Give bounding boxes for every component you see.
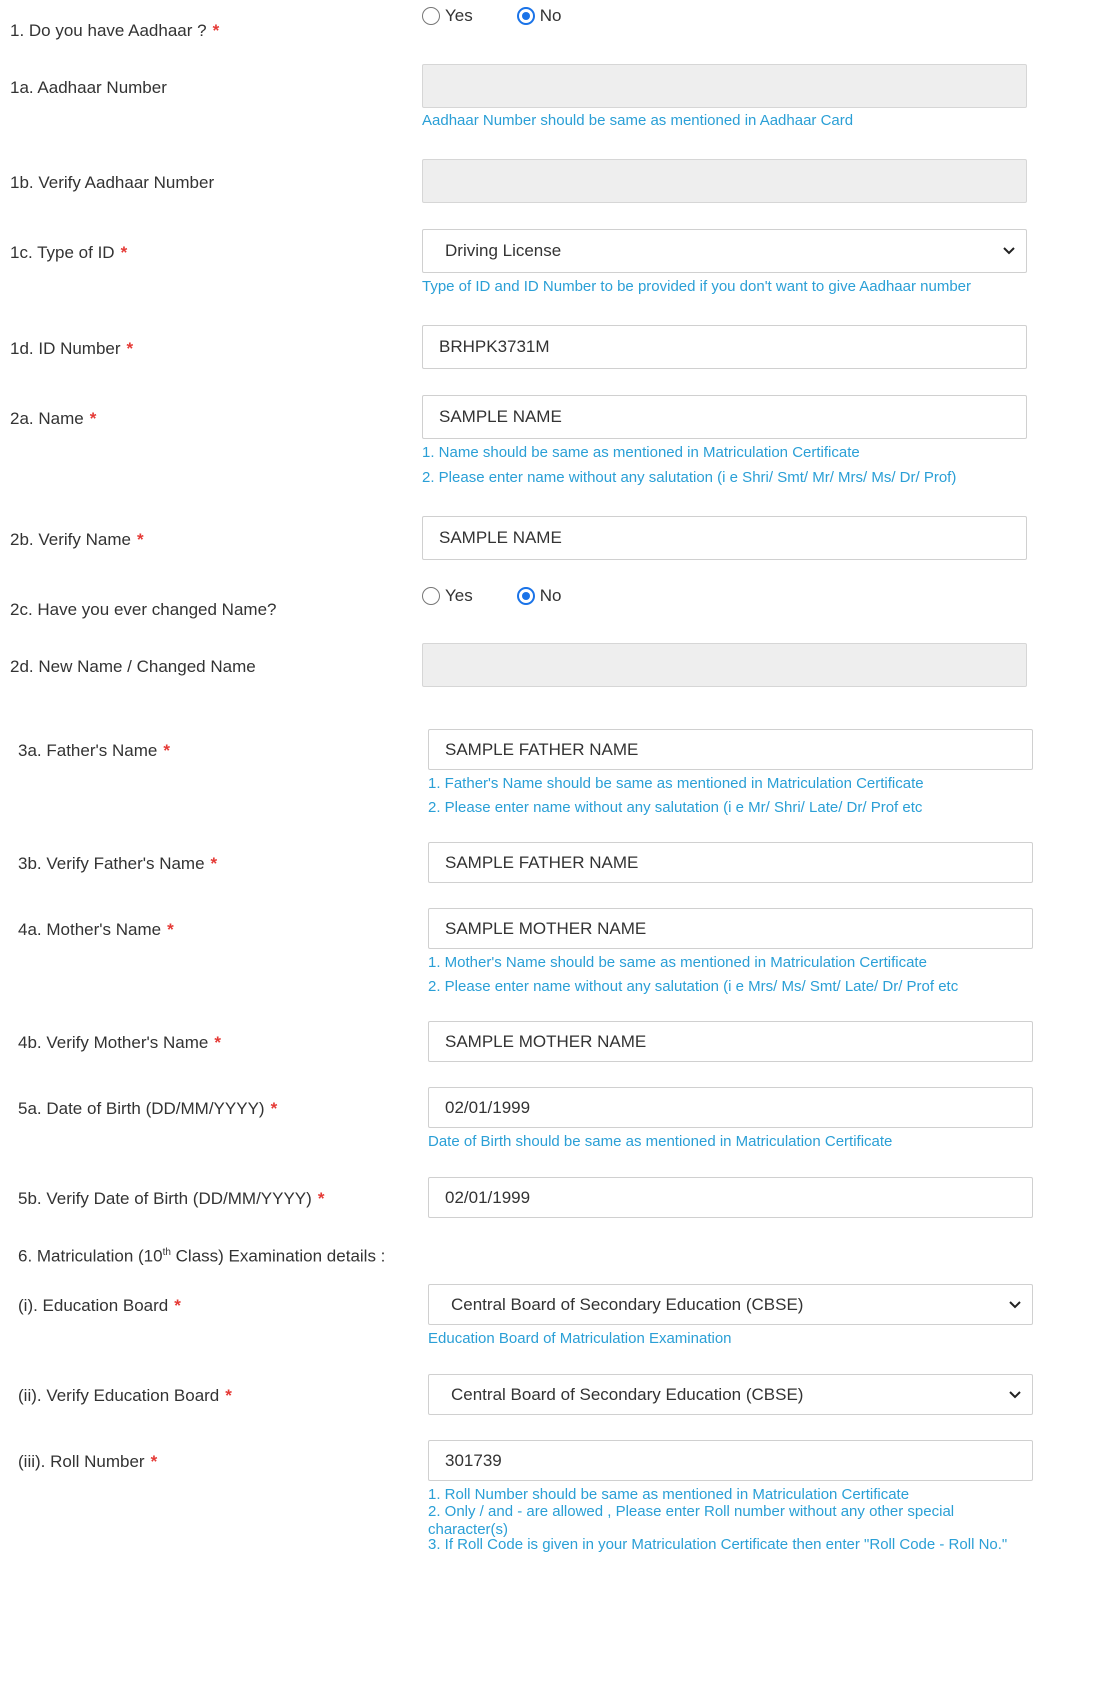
verify-father-name-label: 3b. Verify Father's Name * [18,854,218,873]
required-marker: * [225,1386,232,1405]
chevron-down-icon [1008,1285,1022,1324]
radio-checked-icon[interactable] [516,587,535,605]
required-marker: * [214,1033,221,1052]
name-input[interactable]: SAMPLE NAME [422,395,1027,439]
id-number-input[interactable]: BRHPK3731M [422,325,1027,369]
id-type-hint: Type of ID and ID Number to be provided … [422,278,972,295]
verify-dob-input[interactable]: 02/01/1999 [428,1177,1033,1218]
dob-label: 5a. Date of Birth (DD/MM/YYYY) * [18,1099,278,1118]
mother-name-input[interactable]: SAMPLE MOTHER NAME [428,908,1033,949]
required-marker: * [136,530,144,549]
roll-number-hint-3: 3. If Roll Code is given in your Matricu… [428,1536,1008,1553]
education-board-select[interactable]: Central Board of Secondary Education (CB… [428,1284,1033,1325]
id-type-label: 1c. Type of ID * [10,243,128,262]
education-board-hint: Education Board of Matriculation Examina… [428,1330,732,1347]
mother-name-label: 4a. Mother's Name * [18,920,174,939]
name-label: 2a. Name * [10,409,97,428]
required-marker: * [150,1452,158,1471]
aadhaar-no-radio[interactable]: No [516,6,561,26]
required-marker: * [163,741,170,760]
chevron-down-icon [1002,230,1016,272]
verify-father-name-input[interactable]: SAMPLE FATHER NAME [428,842,1033,883]
required-marker: * [126,339,134,358]
changed-name-radio-group: Yes No [422,586,605,606]
matriculation-section-heading: 6. Matriculation (10th Class) Examinatio… [18,1246,386,1266]
id-type-select[interactable]: Driving License [422,229,1027,273]
required-marker: * [317,1189,325,1208]
name-hint-1: 1. Name should be same as mentioned in M… [422,444,860,461]
radio-unchecked-icon[interactable] [422,587,440,605]
id-number-label: 1d. ID Number * [10,339,134,358]
required-marker: * [167,920,174,939]
dob-input[interactable]: 02/01/1999 [428,1087,1033,1128]
roll-number-input[interactable]: 301739 [428,1440,1033,1481]
father-name-input[interactable]: SAMPLE FATHER NAME [428,729,1033,770]
verify-dob-label: 5b. Verify Date of Birth (DD/MM/YYYY) * [18,1189,325,1208]
aadhaar-number-label: 1a. Aadhaar Number [10,78,167,97]
father-name-hint-1: 1. Father's Name should be same as menti… [428,775,924,792]
father-name-label: 3a. Father's Name * [18,741,170,760]
verify-name-label: 2b. Verify Name * [10,530,144,549]
verify-education-board-select[interactable]: Central Board of Secondary Education (CB… [428,1374,1033,1415]
chevron-down-icon [1008,1375,1022,1414]
roll-number-hint-2: 2. Only / and - are allowed , Please ent… [428,1503,955,1538]
new-name-label: 2d. New Name / Changed Name [10,657,256,676]
radio-unchecked-icon[interactable] [422,7,440,25]
name-hint-2: 2. Please enter name without any salutat… [422,469,957,486]
verify-aadhaar-number-label: 1b. Verify Aadhaar Number [10,173,215,192]
aadhaar-number-input[interactable] [422,64,1027,108]
new-name-input[interactable] [422,643,1027,687]
verify-name-input[interactable]: SAMPLE NAME [422,516,1027,560]
required-marker: * [212,21,220,40]
verify-aadhaar-number-input[interactable] [422,159,1027,203]
dob-hint: Date of Birth should be same as mentione… [428,1133,893,1150]
aadhaar-radio-group: Yes No [422,6,605,26]
father-name-hint-2: 2. Please enter name without any salutat… [428,799,923,816]
required-marker: * [89,409,97,428]
mother-name-hint-2: 2. Please enter name without any salutat… [428,978,959,995]
verify-mother-name-input[interactable]: SAMPLE MOTHER NAME [428,1021,1033,1062]
required-marker: * [120,243,128,262]
required-marker: * [270,1099,278,1118]
changed-name-no-radio[interactable]: No [516,586,561,606]
required-marker: * [210,854,218,873]
aadhaar-question-label: 1. Do you have Aadhaar ? * [10,21,220,40]
aadhaar-number-hint: Aadhaar Number should be same as mention… [422,112,854,129]
changed-name-yes-radio[interactable]: Yes [422,586,473,606]
roll-number-label: (iii). Roll Number * [18,1452,158,1471]
verify-education-board-label: (ii). Verify Education Board * [18,1386,232,1405]
education-board-label: (i). Education Board * [18,1296,181,1315]
required-marker: * [174,1296,181,1315]
mother-name-hint-1: 1. Mother's Name should be same as menti… [428,954,927,971]
roll-number-hint-1: 1. Roll Number should be same as mention… [428,1486,910,1503]
verify-mother-name-label: 4b. Verify Mother's Name * [18,1033,221,1052]
radio-checked-icon[interactable] [516,7,535,25]
aadhaar-yes-radio[interactable]: Yes [422,6,473,26]
changed-name-question-label: 2c. Have you ever changed Name? [10,600,277,619]
